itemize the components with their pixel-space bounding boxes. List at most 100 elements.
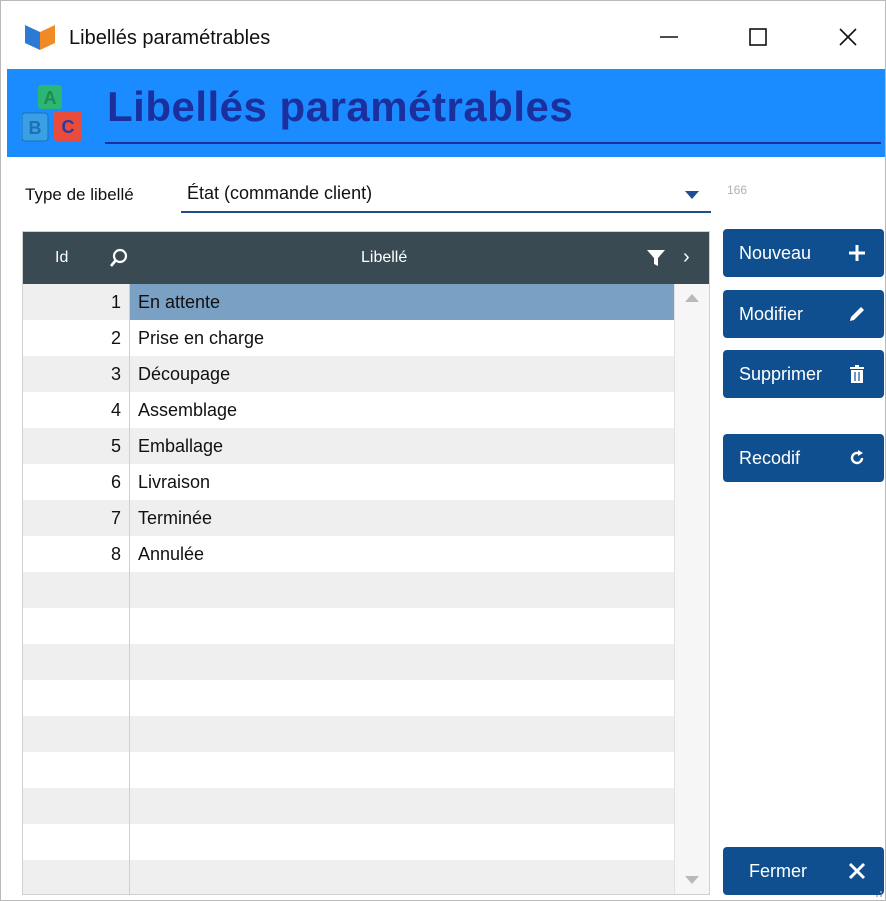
scroll-down-icon[interactable] <box>685 876 699 884</box>
table-row[interactable]: 1 En attente <box>23 284 674 320</box>
row-libelle-cell: Livraison <box>138 472 211 492</box>
minimize-button[interactable] <box>639 15 699 59</box>
table-row[interactable]: 5 Emballage <box>23 428 674 464</box>
main-window: Libellés paramétrables A B C Libellés pa… <box>0 0 886 901</box>
abc-letter-b: B <box>29 118 42 138</box>
page-title: Libellés paramétrables <box>107 83 574 130</box>
table-row[interactable] <box>23 824 674 860</box>
row-libelle-cell: Découpage <box>138 364 231 384</box>
app-logo-icon <box>25 25 55 50</box>
row-id-cell: 8 <box>110 544 121 564</box>
dropdown-arrow-icon[interactable] <box>685 191 699 199</box>
maximize-button[interactable] <box>728 15 788 59</box>
table-row[interactable] <box>23 680 674 716</box>
edit-button-label: Modifier <box>739 304 804 324</box>
table-row[interactable]: 6 Livraison <box>23 464 674 500</box>
edit-button[interactable]: Modifier <box>723 290 884 338</box>
row-id-cell: 6 <box>110 472 121 492</box>
type-label: Type de libellé <box>25 185 134 204</box>
new-button-label: Nouveau <box>739 243 812 263</box>
row-libelle-cell <box>130 716 674 752</box>
abc-letter-a: A <box>44 88 57 108</box>
column-header-libelle[interactable]: Libellé <box>361 249 407 267</box>
plus-icon <box>846 242 868 264</box>
title-bar: Libellés paramétrables <box>1 1 885 69</box>
table-row[interactable]: 2 Prise en charge <box>23 320 674 356</box>
table-row[interactable] <box>23 644 674 680</box>
abc-letter-c: C <box>62 117 75 137</box>
row-id-cell: 7 <box>110 508 121 528</box>
close-button[interactable]: Fermer <box>723 847 884 895</box>
close-window-button[interactable] <box>818 15 878 59</box>
row-libelle-cell <box>130 752 674 788</box>
row-id-cell: 4 <box>110 400 121 420</box>
column-header-id[interactable]: Id <box>55 249 68 267</box>
close-icon <box>839 28 857 46</box>
row-libelle-cell: Terminée <box>138 508 213 528</box>
delete-button[interactable]: Supprimer <box>723 350 884 398</box>
type-select[interactable]: État (commande client) <box>181 177 711 213</box>
pencil-icon <box>846 303 868 325</box>
row-libelle-cell <box>130 644 674 680</box>
table-row[interactable]: 8 Annulée <box>23 536 674 572</box>
record-count: 166 <box>727 183 748 197</box>
chevron-right-icon[interactable]: › <box>683 246 690 269</box>
row-id-cell <box>23 860 121 894</box>
table-row[interactable]: 4 Assemblage <box>23 392 674 428</box>
row-id-cell: 3 <box>110 364 121 384</box>
row-libelle-cell: Emballage <box>138 436 224 456</box>
table-header: Id Libellé › <box>23 232 709 284</box>
minimize-icon <box>660 36 678 38</box>
search-icon[interactable] <box>109 248 129 268</box>
row-id-cell <box>23 608 121 644</box>
table-row[interactable] <box>23 572 674 608</box>
row-id-cell: 5 <box>110 436 121 456</box>
scroll-up-icon[interactable] <box>685 294 699 302</box>
row-libelle-cell: Prise en charge <box>138 328 265 348</box>
row-libelle-cell: Annulée <box>138 544 205 564</box>
row-id-cell <box>23 680 121 716</box>
row-id-cell <box>23 788 121 824</box>
table-row[interactable] <box>23 608 674 644</box>
row-id-cell <box>23 824 121 860</box>
row-libelle-cell <box>130 608 674 644</box>
row-id-cell <box>23 644 121 680</box>
labels-table: Id Libellé › 1 En attente 2 Prise en charge… <box>22 231 710 895</box>
column-divider <box>129 284 130 894</box>
resize-grip-icon[interactable] <box>873 888 883 898</box>
trash-icon <box>846 363 868 385</box>
table-body: 1 En attente 2 Prise en charge 3 Découpage 4 As… <box>23 284 674 894</box>
table-row[interactable] <box>23 752 674 788</box>
window-title: Libellés paramétrables <box>69 27 271 49</box>
page-header: A B C Libellés paramétrables <box>7 69 885 157</box>
row-id-cell <box>23 752 121 788</box>
table-row[interactable] <box>23 788 674 824</box>
maximize-icon <box>749 28 767 46</box>
row-libelle-cell: Assemblage <box>138 400 238 420</box>
type-select-value: État (commande client) <box>187 183 373 203</box>
delete-button-label: Supprimer <box>739 364 823 384</box>
recode-button[interactable]: Recodif <box>723 434 884 482</box>
filter-icon[interactable] <box>647 250 665 266</box>
row-libelle-cell <box>130 824 674 860</box>
row-libelle-cell <box>130 788 674 824</box>
table-row[interactable]: 7 Terminée <box>23 500 674 536</box>
row-libelle-cell <box>130 572 674 608</box>
row-id-cell <box>23 716 121 752</box>
row-libelle-cell <box>130 680 674 716</box>
row-id-cell: 2 <box>110 328 121 348</box>
table-row[interactable]: 3 Découpage <box>23 356 674 392</box>
table-row[interactable] <box>23 860 674 894</box>
row-libelle-cell <box>130 860 674 894</box>
new-button[interactable]: Nouveau <box>723 229 884 277</box>
refresh-icon <box>846 447 868 469</box>
row-libelle-cell: En attente <box>130 284 674 320</box>
title-underline <box>105 142 881 144</box>
close-icon <box>846 860 868 882</box>
abc-blocks-icon: A B C <box>22 85 82 142</box>
table-row[interactable] <box>23 716 674 752</box>
recode-button-label: Recodif <box>739 448 801 468</box>
close-button-label: Fermer <box>749 861 807 881</box>
row-id-cell <box>23 572 121 608</box>
vertical-scrollbar[interactable] <box>674 284 709 894</box>
